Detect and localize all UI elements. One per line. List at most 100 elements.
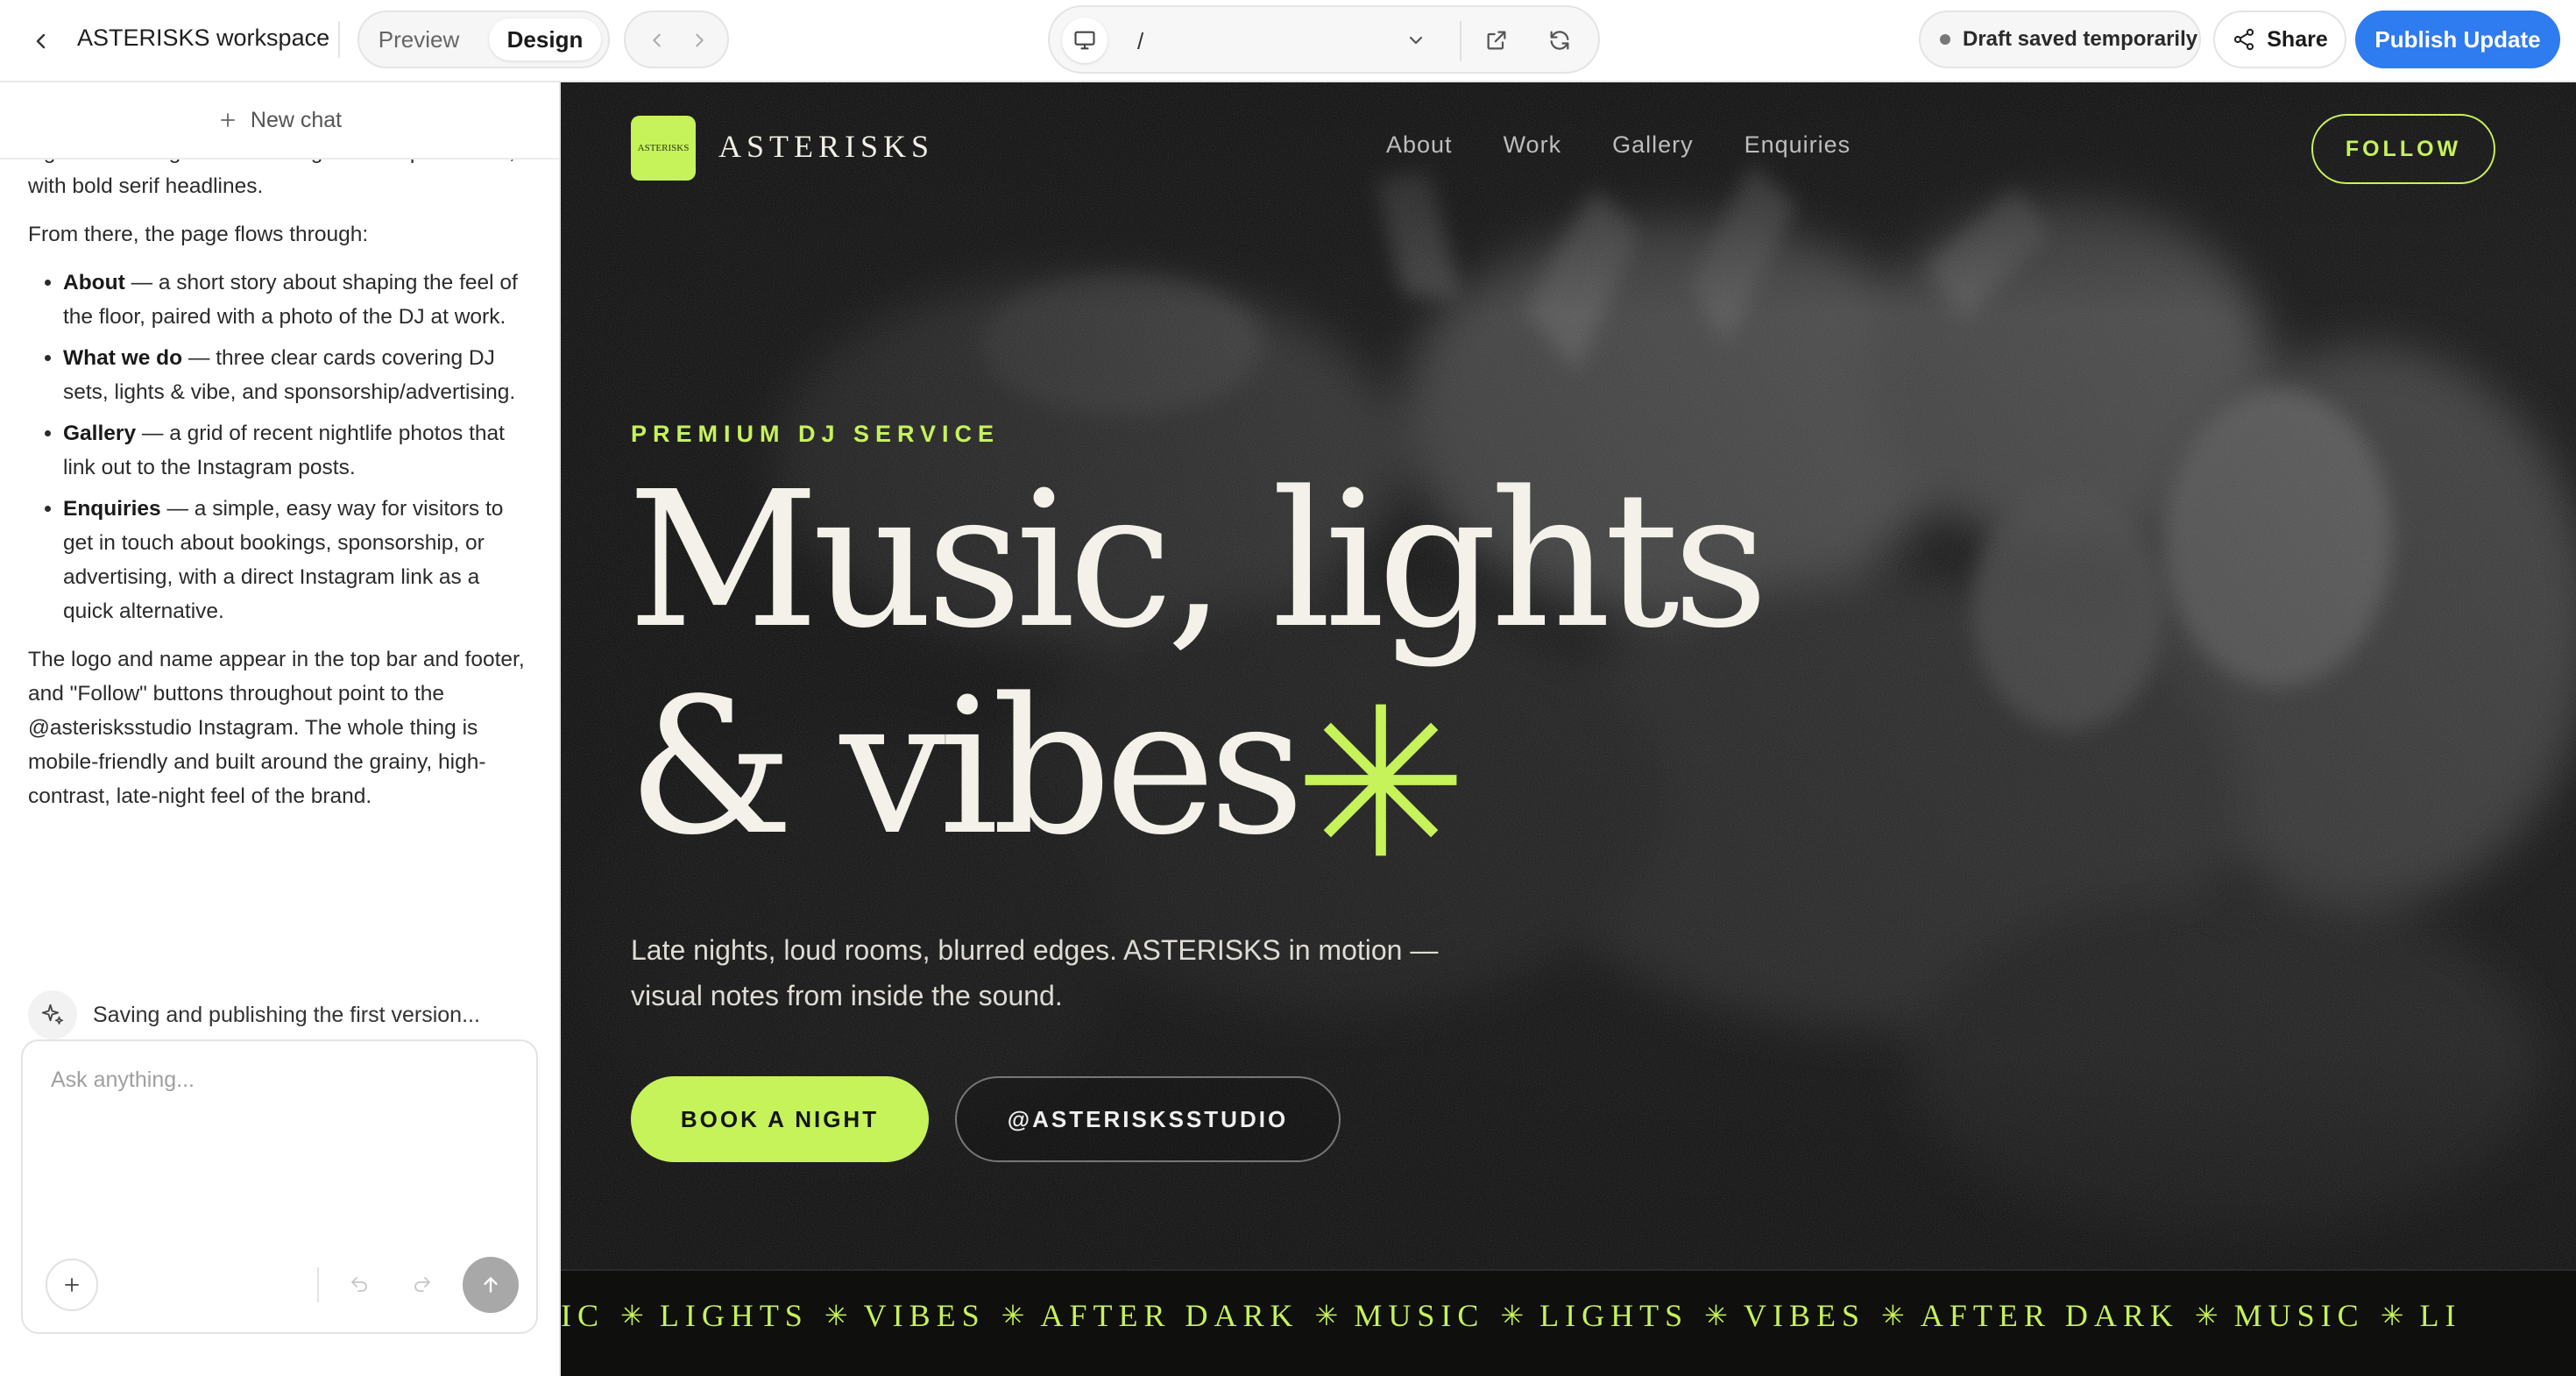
design-mode-button[interactable]: Design: [489, 18, 601, 60]
agent-status: Saving and publishing the first version.…: [28, 989, 536, 1041]
refresh-button[interactable]: [1542, 23, 1577, 58]
arrow-up-icon: [484, 1277, 498, 1293]
marquee-item: MUSIC: [1354, 1298, 1485, 1333]
history-back-button[interactable]: [640, 23, 675, 58]
external-link-icon: [1487, 31, 1506, 50]
status-dot: [1940, 34, 1950, 45]
nav-link-about[interactable]: About: [1386, 131, 1453, 159]
view-mode-toggle: Preview Design: [357, 11, 610, 68]
message-paragraph: From there, the page flows through:: [28, 223, 369, 246]
list-item: About — a short story about shaping the …: [63, 266, 527, 334]
follow-button[interactable]: FOLLOW: [2311, 114, 2495, 184]
marquee-item: VIBES: [1743, 1298, 1865, 1333]
history-nav: [624, 11, 729, 68]
marquee-item: LIGHTS: [659, 1298, 809, 1333]
asterisk-icon: ✳: [1704, 1300, 1728, 1331]
top-bar: ASTERISKS workspace Preview Design / Dra…: [0, 0, 2576, 82]
list-item: Gallery — a grid of recent nightlife pho…: [63, 416, 527, 485]
redo-button[interactable]: [405, 1267, 440, 1302]
plus-icon: [220, 113, 235, 127]
chat-messages[interactable]: signature acid-green accent against deep…: [0, 160, 559, 1097]
section-name: Enquiries: [63, 497, 161, 521]
brand-name[interactable]: ASTERISKS: [718, 128, 934, 165]
asterisk-icon: ✳: [2194, 1300, 2219, 1331]
book-a-night-button[interactable]: BOOK A NIGHT: [631, 1076, 929, 1162]
refresh-icon: [1550, 31, 1569, 50]
list-item: What we do — three clear cards covering …: [63, 341, 527, 409]
publish-update-button[interactable]: Publish Update: [2355, 11, 2560, 68]
url-bar: /: [1048, 5, 1600, 74]
site-logo[interactable]: ASTERISKS: [631, 116, 696, 181]
marquee-item: VIBES: [863, 1298, 986, 1333]
asterisk-icon: ✳: [1001, 1300, 1025, 1331]
history-forward-button[interactable]: [682, 23, 717, 58]
preview-mode-button[interactable]: Preview: [368, 18, 470, 60]
nav-link-enquiries[interactable]: Enquiries: [1744, 131, 1851, 159]
asterisk-icon: ✳: [824, 1300, 848, 1331]
marquee-track: USIC ✳ LIGHTS ✳ VIBES ✳ AFTER DARK ✳ MUS…: [561, 1297, 2477, 1334]
section-name: About: [63, 271, 125, 294]
asterisk-icon: ✳: [1881, 1300, 1905, 1331]
asterisk-icon: ✳: [1500, 1300, 1525, 1331]
marquee-item: MUSIC: [2233, 1298, 2365, 1333]
asterisk-icon: ✳: [1314, 1300, 1339, 1331]
hero-eyebrow: PREMIUM DJ SERVICE: [631, 421, 1001, 447]
draft-status-text: Draft saved temporarily: [1963, 27, 2198, 51]
divider: [338, 21, 340, 58]
device-toggle-button[interactable]: [1062, 18, 1108, 63]
hero-headline: Music, lights & vibes: [627, 451, 1769, 876]
open-in-new-tab-button[interactable]: [1479, 23, 1514, 58]
section-list: About — a short story about shaping the …: [63, 266, 527, 628]
nav-link-gallery[interactable]: Gallery: [1612, 131, 1694, 159]
asterisk-icon: [1305, 704, 1457, 856]
undo-button[interactable]: [342, 1267, 377, 1302]
divider: [317, 1267, 319, 1302]
asterisk-icon: ✳: [620, 1300, 644, 1331]
logo-text: ASTERISKS: [637, 143, 690, 153]
desktop-icon: [1074, 31, 1095, 50]
send-button[interactable]: [463, 1257, 519, 1313]
section-name: What we do: [63, 346, 183, 370]
chat-input[interactable]: Ask anything...: [51, 1067, 195, 1093]
new-chat-label: New chat: [250, 107, 343, 132]
back-button[interactable]: [23, 23, 60, 60]
marquee-item: LI: [2419, 1298, 2462, 1333]
nav-link-work[interactable]: Work: [1504, 131, 1562, 159]
chevron-left-icon: [653, 33, 661, 47]
instagram-button[interactable]: @ASTERISKSSTUDIO: [955, 1076, 1341, 1162]
message-paragraph: signature acid-green accent against deep…: [28, 160, 515, 198]
workspace-title: ASTERISKS workspace: [77, 25, 330, 51]
chat-panel: New chat signature acid-green accent aga…: [0, 82, 561, 1376]
marquee-band: USIC ✳ LIGHTS ✳ VIBES ✳ AFTER DARK ✳ MUS…: [561, 1269, 2576, 1376]
headline-line-1: Music, lights: [627, 451, 1769, 670]
site-preview: ASTERISKS ASTERISKS About Work Gallery E…: [561, 82, 2576, 1376]
site-nav: ASTERISKS ASTERISKS About Work Gallery E…: [561, 82, 2576, 214]
marquee-item: LIGHTS: [1539, 1298, 1689, 1333]
url-path[interactable]: /: [1137, 28, 1143, 55]
chat-composer: Ask anything...: [21, 1039, 538, 1334]
draft-status-badge: Draft saved temporarily: [1919, 11, 2201, 68]
headline-line-2: & vibes: [627, 658, 1305, 876]
sparkle-icon: [28, 990, 77, 1039]
asterisk-icon: ✳: [2380, 1300, 2404, 1331]
chevron-down-icon: [1409, 36, 1423, 45]
message-paragraph: The logo and name appear in the top bar …: [28, 648, 525, 808]
share-button[interactable]: Share: [2213, 11, 2346, 68]
url-dropdown-button[interactable]: [1400, 25, 1432, 56]
share-icon: [2234, 28, 2254, 51]
attach-button[interactable]: [46, 1259, 98, 1311]
section-name: Gallery: [63, 422, 137, 445]
undo-icon: [351, 1277, 367, 1292]
marquee-item: AFTER DARK: [1040, 1298, 1299, 1333]
chevron-left-icon: [36, 33, 46, 49]
hero-subcopy: Late nights, loud rooms, blurred edges. …: [631, 934, 1439, 1011]
chevron-right-icon: [696, 33, 704, 47]
new-chat-button[interactable]: New chat: [0, 82, 559, 160]
marquee-item: USIC: [561, 1298, 605, 1333]
divider: [1460, 21, 1461, 61]
list-item: Enquiries — a simple, easy way for visit…: [63, 492, 527, 628]
redo-icon: [414, 1277, 430, 1292]
assistant-message: signature acid-green accent against deep…: [28, 160, 527, 827]
share-label: Share: [2267, 26, 2328, 52]
status-text: Saving and publishing the first version.…: [93, 1002, 480, 1027]
